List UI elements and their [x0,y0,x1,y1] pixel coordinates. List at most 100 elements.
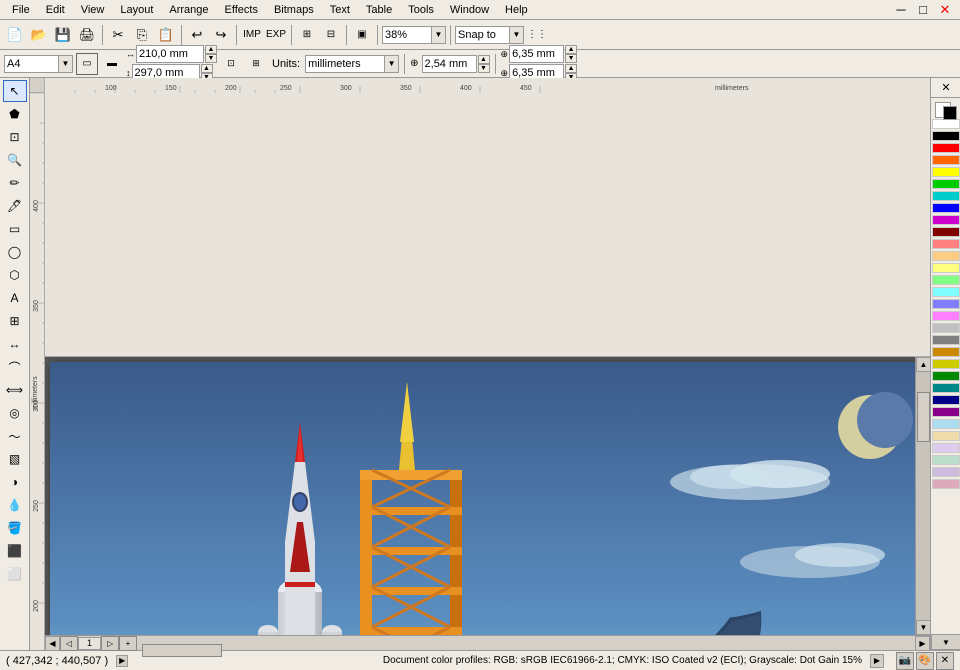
freehand-tool[interactable]: ✏ [3,172,27,194]
palette-color-green[interactable] [932,179,960,189]
fill-tool[interactable]: 🪣 [3,517,27,539]
fill-status-icon[interactable]: 🎨 [916,652,934,670]
node-tool[interactable]: ⬟ [3,103,27,125]
page-size-arrow[interactable]: ▼ [59,55,73,73]
shadow-tool[interactable]: ▧ [3,448,27,470]
nudge-up[interactable]: ▲ [478,55,490,64]
zoom-input[interactable] [382,26,432,44]
export-button[interactable]: EXP [265,24,287,46]
print-button[interactable]: 🖨 [76,24,98,46]
distort-tool[interactable]: 〜 [3,425,27,447]
zoom-combo[interactable]: ▼ [382,26,446,44]
vscroll-down[interactable]: ▼ [916,620,930,635]
hscroll-left[interactable]: ◀ [45,636,60,651]
smartdraw-tool[interactable]: 🖊 [3,195,27,217]
select-tool[interactable]: ↖ [3,80,27,102]
units-arrow[interactable]: ▼ [385,55,399,73]
palette-color-darkgreen[interactable] [932,371,960,381]
page-tab[interactable]: 1 [78,637,101,650]
minimize-button[interactable]: ─ [890,0,912,21]
palette-color-black[interactable] [932,131,960,141]
palette-color-gray[interactable] [932,335,960,345]
table-tool[interactable]: ⊞ [3,310,27,332]
palette-color-mint[interactable] [932,455,960,465]
close-button[interactable]: ✕ [934,0,956,21]
canvas-scroll-area[interactable]: ▲ ▼ [45,357,930,635]
snap-dropdown-arrow[interactable]: ▼ [510,26,524,44]
palette-color-darkblue[interactable] [932,395,960,405]
hscroll-thumb[interactable] [142,644,222,657]
maximize-button[interactable]: □ [912,0,934,21]
undo-button[interactable]: ↩ [186,24,208,46]
palette-color-lightred[interactable] [932,239,960,249]
snap-combo[interactable]: ▼ [455,26,524,44]
transform-button[interactable]: ⊞ [296,24,318,46]
width-input[interactable] [136,45,204,63]
palette-scroll-down[interactable]: ▼ [931,634,960,650]
profile-info-btn[interactable]: ▶ [870,654,884,668]
width-up[interactable]: ▲ [205,45,217,54]
prev-page-btn[interactable]: ◁ [60,636,78,651]
zoom-dropdown-arrow[interactable]: ▼ [432,26,446,44]
palette-color-peach[interactable] [932,251,960,261]
palette-color-lightmagenta[interactable] [932,311,960,321]
parallel-dim-tool[interactable]: ↔ [3,333,27,355]
palette-color-brown[interactable] [932,347,960,357]
palette-color-lavender[interactable] [932,443,960,453]
nudge-input[interactable] [422,55,477,73]
y-up[interactable]: ▲ [565,64,577,73]
close-color-btn[interactable]: ✕ [931,78,960,98]
next-page-btn[interactable]: ▷ [101,636,119,651]
menu-effects[interactable]: Effects [217,2,266,18]
palette-color-blue[interactable] [932,203,960,213]
palette-color-olive[interactable] [932,359,960,369]
x-icon[interactable]: ✕ [936,652,954,670]
snap-input[interactable] [455,26,510,44]
palette-color-lightblue2[interactable] [932,419,960,429]
vscrollbar[interactable]: ▲ ▼ [915,357,930,635]
bleed-button[interactable]: ⊞ [245,53,267,75]
blend-tool[interactable]: ⟺ [3,379,27,401]
transparency-tool[interactable]: ◑ [3,471,27,493]
menu-file[interactable]: File [4,2,38,18]
menu-arrange[interactable]: Arrange [161,2,216,18]
polygon-tool[interactable]: ⬡ [3,264,27,286]
portrait-button[interactable]: ▭ [76,53,98,75]
menu-bitmaps[interactable]: Bitmaps [266,2,322,18]
page-size-combo[interactable]: ▼ [4,55,73,73]
redo-button[interactable]: ↪ [210,24,232,46]
landscape-button[interactable]: ▬ [101,53,123,75]
palette-color-orange[interactable] [932,155,960,165]
palette-color-cyan[interactable] [932,191,960,201]
hscroll-right[interactable]: ▶ [915,636,930,651]
rectangle-tool[interactable]: ▭ [3,218,27,240]
palette-color-purple[interactable] [932,407,960,417]
x-up[interactable]: ▲ [565,45,577,54]
cut-button[interactable]: ✂ [107,24,129,46]
palette-color-teal[interactable] [932,383,960,393]
paste-button[interactable]: 📋 [155,24,177,46]
x-pos-input[interactable] [509,45,564,63]
eyedropper-tool[interactable]: 💧 [3,494,27,516]
palette-color-lightblue[interactable] [932,299,960,309]
import-button[interactable]: IMP [241,24,263,46]
camera-icon[interactable]: 📷 [896,652,914,670]
palette-color-rose[interactable] [932,479,960,489]
snap-options-button[interactable]: ⋮⋮ [526,24,548,46]
palette-color-lilac[interactable] [932,467,960,477]
new-button[interactable]: 📄 [4,24,26,46]
palette-color-lightgreen[interactable] [932,275,960,285]
width-down[interactable]: ▼ [205,54,217,63]
palette-color-silver[interactable] [932,323,960,333]
page-size-input[interactable] [4,55,59,73]
menu-edit[interactable]: Edit [38,2,73,18]
zoom-tool[interactable]: 🔍 [3,149,27,171]
menu-help[interactable]: Help [497,2,536,18]
vscroll-thumb[interactable] [917,392,930,442]
hscrollbar[interactable]: ◀ ◁ 1 ▷ + ▶ [45,635,930,650]
vscroll-track[interactable] [916,372,930,620]
palette-color-white[interactable] [932,119,960,129]
contour-tool[interactable]: ◎ [3,402,27,424]
palette-color-darkred[interactable] [932,227,960,237]
transform2-button[interactable]: ⊟ [320,24,342,46]
